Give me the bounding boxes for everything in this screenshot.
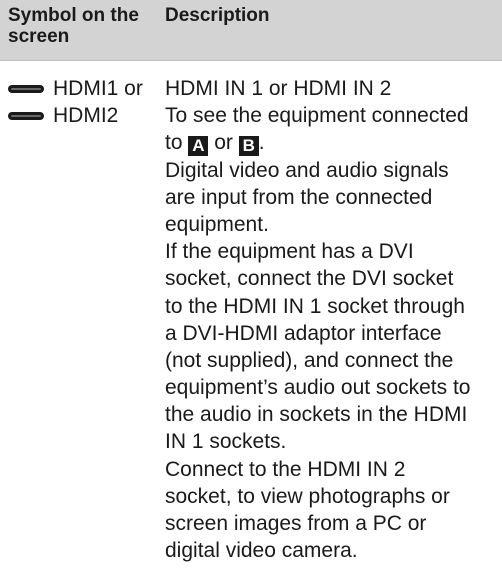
description-line: to the HDMI IN 1 socket through (165, 294, 465, 318)
description-text: . (258, 131, 265, 155)
description-line: socket, connect the DVI socket (165, 267, 454, 291)
description-line: are input from the connected (165, 185, 433, 209)
description-line: equipment. (165, 212, 269, 236)
symbol-hdmi2: HDMI2 (8, 102, 118, 130)
symbol-label: HDMI1 or (53, 77, 143, 100)
column-header-description: Description (165, 5, 270, 26)
description-cell: HDMI IN 1 or HDMI IN 2 To see the equipm… (165, 75, 501, 564)
symbol-label: HDMI2 (53, 104, 119, 127)
description-line: equipment’s audio out sockets to (165, 376, 471, 400)
hdmi-connector-icon (8, 112, 44, 120)
description-line: To see the equipment connected (165, 104, 469, 128)
input-b-badge: B (238, 136, 259, 157)
description-line: Digital video and audio signals (165, 158, 449, 182)
description-line: digital video camera. (165, 539, 358, 563)
description-line-badges: to A or B. (165, 129, 501, 157)
hdmi-connector-icon (8, 85, 44, 93)
description-line: a DVI-HDMI adaptor interface (165, 321, 442, 345)
description-line: IN 1 sockets. (165, 430, 287, 454)
description-line: the audio in sockets in the HDMI (165, 403, 468, 427)
input-a-badge: A (188, 136, 209, 157)
symbol-hdmi1: HDMI1 or (8, 75, 143, 103)
description-line: Connect to the HDMI IN 2 (165, 457, 406, 481)
description-line: screen images from a PC or (165, 512, 427, 535)
description-line: (not supplied), and connect the (165, 348, 454, 372)
column-header-symbol: Symbol on the screen (8, 5, 139, 47)
description-title: HDMI IN 1 or HDMI IN 2 (165, 77, 392, 100)
description-line: socket, to view photographs or (165, 484, 450, 508)
description-text: to (165, 131, 183, 155)
table-header: Symbol on the screen Description (0, 0, 502, 61)
description-text: or (214, 131, 233, 155)
description-line: If the equipment has a DVI (165, 240, 414, 264)
